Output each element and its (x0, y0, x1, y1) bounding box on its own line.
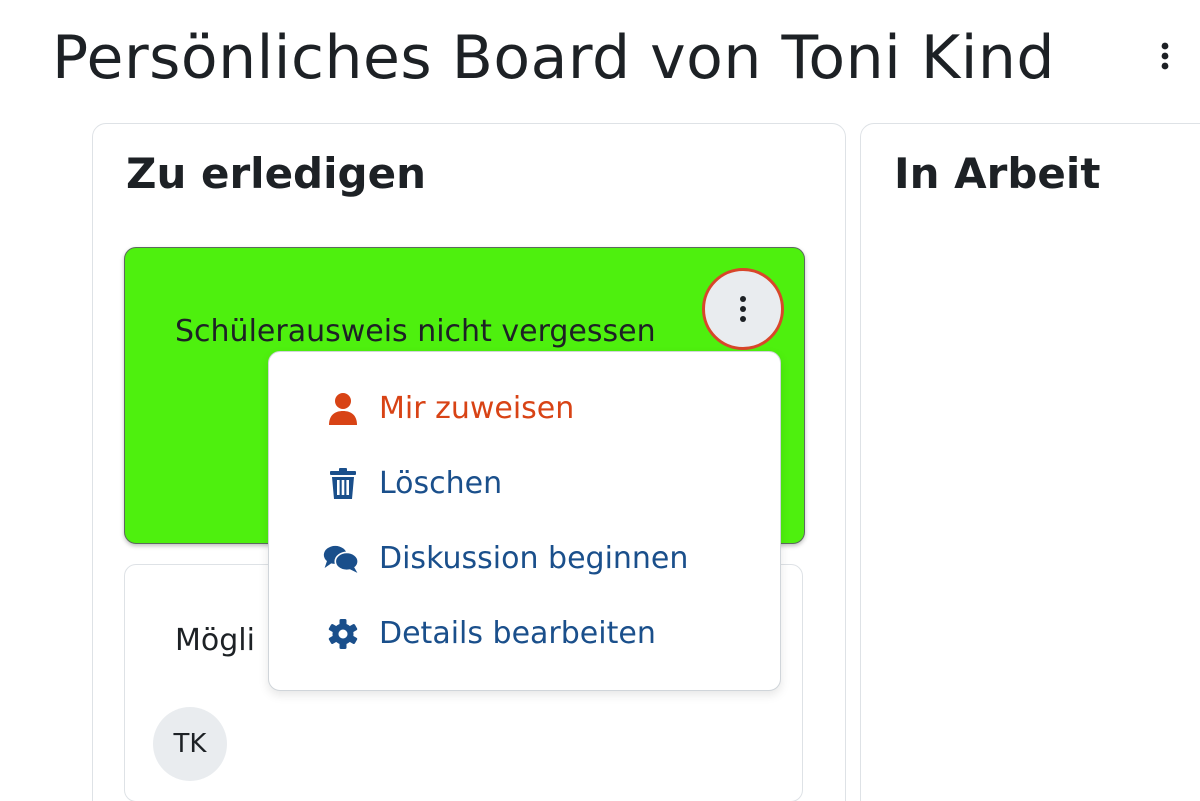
card-context-menu: Mir zuweisen Löschen Diskussion beginnen… (268, 351, 781, 691)
more-vertical-icon (1161, 42, 1169, 70)
board-menu-button[interactable] (1150, 36, 1180, 76)
board-header: Persönliches Board von Toni Kind (52, 18, 1055, 98)
gear-icon (325, 616, 361, 652)
user-icon (325, 391, 361, 427)
menu-item-label: Details bearbeiten (379, 616, 656, 651)
page: Persönliches Board von Toni Kind Zu erle… (0, 0, 1200, 801)
column-in-progress: In Arbeit (860, 123, 1200, 801)
menu-item-label: Mir zuweisen (379, 391, 575, 426)
menu-item-label: Löschen (379, 466, 503, 501)
menu-item-delete[interactable]: Löschen (269, 454, 780, 514)
card-menu-button[interactable] (702, 268, 784, 350)
trash-icon (325, 466, 361, 502)
avatar[interactable]: TK (153, 707, 227, 781)
menu-item-edit-details[interactable]: Details bearbeiten (269, 604, 780, 664)
comments-icon (323, 541, 359, 577)
menu-item-label: Diskussion beginnen (379, 541, 689, 576)
more-vertical-icon (740, 296, 746, 322)
menu-item-assign-to-me[interactable]: Mir zuweisen (269, 379, 780, 439)
page-title: Persönliches Board von Toni Kind (52, 23, 1056, 93)
task-card-title: Mögli (175, 623, 255, 658)
menu-item-start-discussion[interactable]: Diskussion beginnen (269, 529, 780, 589)
column-title: Zu erledigen (126, 149, 426, 198)
column-title: In Arbeit (894, 149, 1101, 198)
